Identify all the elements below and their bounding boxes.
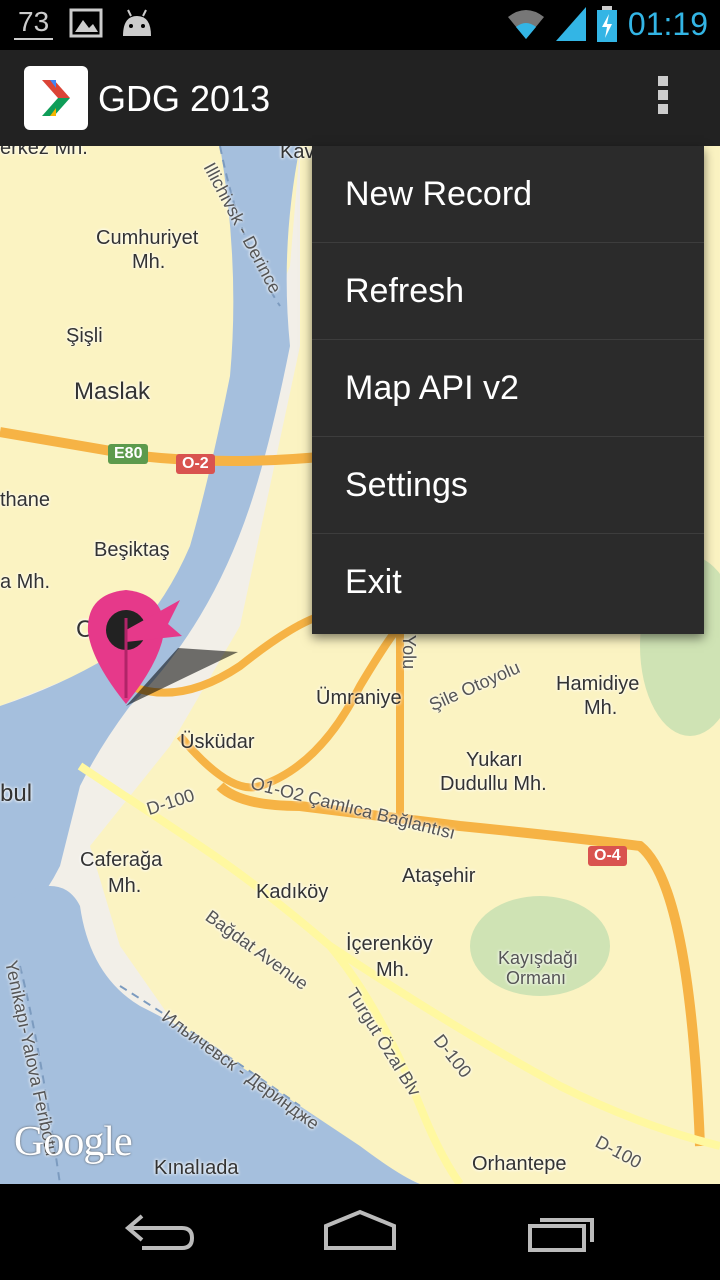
place-label: a Mh. <box>0 571 51 593</box>
place-label: Kınalıada <box>154 1157 239 1179</box>
wifi-icon <box>507 10 544 39</box>
map-pin-marker-icon[interactable] <box>78 580 238 710</box>
place-label: Kadıköy <box>256 881 329 903</box>
highway-shield: E80 <box>108 444 149 464</box>
place-label: Mh. <box>108 875 142 897</box>
menu-item-map-api-v2[interactable]: Map API v2 <box>312 340 704 437</box>
notification-count: 73 <box>14 6 54 40</box>
place-label: Caferağa <box>80 849 163 871</box>
place-label: bul <box>0 780 33 807</box>
place-label: Ümraniye <box>316 687 402 709</box>
place-label: Cumhuriyet <box>96 227 199 249</box>
place-label: erkez Mh. <box>0 146 88 159</box>
app-title: GDG 2013 <box>98 78 271 119</box>
menu-item-new-record[interactable]: New Record <box>312 146 704 243</box>
signal-icon <box>555 7 586 41</box>
google-attribution: Google <box>14 1119 133 1165</box>
place-label: İçerenköy <box>346 933 433 955</box>
android-icon <box>123 9 152 36</box>
place-label: Orhantepe <box>472 1153 567 1175</box>
menu-item-exit[interactable]: Exit <box>312 534 704 631</box>
place-label: Dudullu Mh. <box>440 773 547 795</box>
menu-item-settings[interactable]: Settings <box>312 437 704 534</box>
action-bar: GDG 2013 <box>0 50 720 148</box>
place-label: Beşiktaş <box>94 539 170 561</box>
battery-charging-icon <box>596 6 617 42</box>
image-icon <box>69 8 103 38</box>
recent-apps-icon[interactable] <box>512 1204 608 1260</box>
navigation-bar <box>0 1184 720 1280</box>
place-label: Ataşehir <box>402 865 476 887</box>
overflow-menu: New Record Refresh Map API v2 Settings E… <box>312 146 704 634</box>
back-icon[interactable] <box>112 1204 208 1260</box>
place-label: Maslak <box>74 378 151 405</box>
place-label: Yukarı <box>466 749 523 771</box>
place-label: Mh. <box>376 959 410 981</box>
place-label: Mh. <box>584 697 618 719</box>
place-label: Mh. <box>132 251 166 273</box>
place-label: Üsküdar <box>180 731 255 753</box>
place-label: Şişli <box>66 325 103 347</box>
home-icon[interactable] <box>312 1204 408 1260</box>
app-logo-icon[interactable] <box>24 66 88 130</box>
highway-shield: O-2 <box>176 454 215 474</box>
overflow-menu-icon[interactable] <box>640 72 686 124</box>
place-label: thane <box>0 489 51 511</box>
clock: 01:19 <box>627 6 708 42</box>
status-bar: 73 01:19 <box>0 0 720 50</box>
highway-shield: O-4 <box>588 846 627 866</box>
place-label: Hamidiye <box>556 673 640 695</box>
road-label: Yolu <box>399 634 420 670</box>
place-label: Kav <box>280 146 315 163</box>
menu-item-refresh[interactable]: Refresh <box>312 243 704 340</box>
place-label: Ormanı <box>506 968 567 988</box>
